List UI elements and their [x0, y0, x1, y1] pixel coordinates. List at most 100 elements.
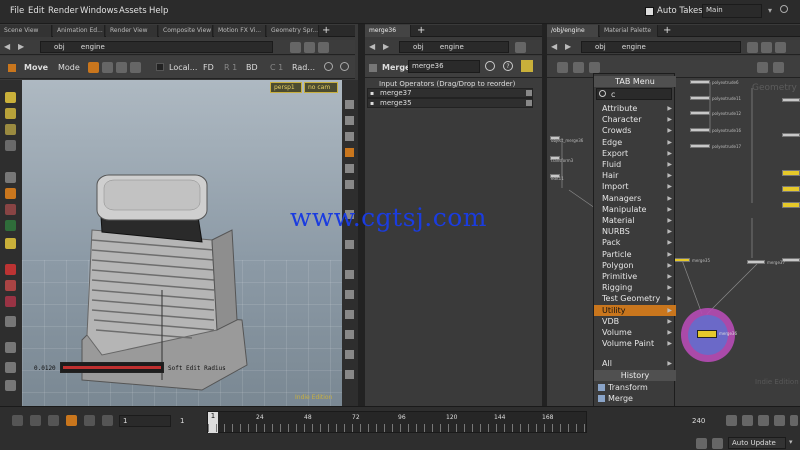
tab-menu-item[interactable]: Particle ▶	[594, 249, 676, 260]
play-icon[interactable]	[84, 415, 95, 426]
tab-render-view[interactable]: Render View	[106, 25, 158, 37]
normals-icon[interactable]	[345, 310, 354, 319]
tab-menu-item[interactable]: Import ▶	[594, 181, 676, 192]
mode-edge-icon[interactable]	[130, 62, 141, 73]
tab-menu-item[interactable]: NURBS ▶	[594, 226, 676, 237]
tab-geometry-spreadsheet[interactable]: Geometry Spr...	[267, 25, 319, 37]
bounding-box-icon[interactable]	[345, 370, 354, 379]
tab-menu-item[interactable]: Hair ▶	[594, 170, 676, 181]
transform-tool-icon[interactable]	[5, 108, 16, 119]
tab-scene-view[interactable]: Scene View	[0, 25, 52, 37]
tab-menu-item[interactable]: Pack ▶	[594, 237, 676, 248]
tab-menu-item[interactable]: VDB ▶	[594, 316, 676, 327]
node-right-yellow[interactable]	[782, 170, 800, 176]
forward-arrow-icon[interactable]: ▶	[18, 42, 24, 51]
mid-path-engine[interactable]: engine	[440, 43, 464, 51]
audio-icon[interactable]	[774, 415, 785, 426]
tumble-tool-icon[interactable]	[5, 362, 16, 373]
menu-file[interactable]: File	[10, 6, 24, 16]
tab-composite-view[interactable]: Composite View	[159, 25, 213, 37]
right-back-icon[interactable]: ◀	[551, 42, 557, 51]
link-icon[interactable]	[304, 42, 315, 53]
tab-menu-item[interactable]: Test Geometry ▶	[594, 293, 676, 304]
mid-path-obj[interactable]: obj	[413, 43, 424, 51]
tab-menu-search[interactable]: c	[596, 88, 672, 100]
input-remove-icon[interactable]	[526, 90, 532, 96]
right-options-icon[interactable]	[775, 42, 786, 53]
tab-menu-item[interactable]: Character ▶	[594, 114, 676, 125]
jump-start-icon[interactable]	[12, 415, 23, 426]
menu-assets[interactable]: Assets	[119, 6, 147, 16]
auto-takes-checkbox[interactable]	[645, 7, 654, 16]
soft-radius-track[interactable]	[60, 362, 164, 373]
mid-path-field[interactable]: obj engine	[399, 41, 509, 53]
desktop-select[interactable]: Main	[702, 4, 762, 18]
tool-help-icon[interactable]	[340, 62, 349, 71]
mode-object-icon[interactable]	[88, 62, 99, 73]
tab-animation-editor[interactable]: Animation Ed...	[53, 25, 105, 37]
lock-camera-icon[interactable]	[345, 116, 354, 125]
right-path-engine[interactable]: engine	[622, 43, 646, 51]
building-model[interactable]	[22, 80, 342, 406]
node-merge37[interactable]	[747, 260, 765, 264]
tab-menu-item[interactable]: Volume Paint ▶	[594, 338, 676, 349]
tab-menu-item[interactable]: Primitive ▶	[594, 271, 676, 282]
node-polyextrude[interactable]	[690, 80, 710, 84]
brush-tool-icon[interactable]	[5, 264, 16, 275]
tool-gear-icon[interactable]	[324, 62, 333, 71]
shading-icon[interactable]	[345, 180, 354, 189]
mode-component-icon[interactable]	[102, 62, 113, 73]
play-reverse-icon[interactable]	[48, 415, 59, 426]
pivot-tool-icon[interactable]	[5, 238, 16, 249]
tab-menu-item[interactable]: Edge ▶	[594, 137, 676, 148]
node-polyextrude[interactable]	[690, 111, 710, 115]
realtime-icon[interactable]	[742, 415, 753, 426]
tab-menu-item[interactable]: Managers ▶	[594, 193, 676, 204]
param-help-icon[interactable]: ?	[503, 61, 513, 71]
input-drag-icon[interactable]: ▪	[370, 90, 374, 97]
net-list-icon[interactable]	[557, 62, 568, 73]
node-merge35[interactable]	[674, 258, 690, 262]
right-add-tab-icon[interactable]: +	[663, 25, 671, 36]
node-right-yellow[interactable]	[782, 202, 800, 208]
paint-tool-icon[interactable]	[5, 296, 16, 307]
mid-back-icon[interactable]: ◀	[369, 42, 375, 51]
scale-tool-icon[interactable]	[5, 220, 16, 231]
node-polyextrude[interactable]	[690, 96, 710, 100]
template-icon[interactable]	[345, 330, 354, 339]
loop-icon[interactable]	[758, 415, 769, 426]
right-path-obj[interactable]: obj	[595, 43, 606, 51]
tab-merge36[interactable]: merge36	[365, 25, 411, 37]
handle-tool-icon[interactable]	[5, 124, 16, 135]
node-right-column[interactable]	[782, 133, 800, 137]
history-item[interactable]: Transform	[594, 382, 676, 393]
node-polyextrude[interactable]	[690, 144, 710, 148]
net-pin-icon[interactable]	[757, 62, 768, 73]
jump-end-icon[interactable]	[102, 415, 113, 426]
back-arrow-icon[interactable]: ◀	[4, 42, 10, 51]
tab-material-palette[interactable]: Material Palette	[600, 25, 658, 37]
net-help-icon[interactable]	[773, 62, 784, 73]
param-gear-icon[interactable]	[485, 61, 495, 71]
chat-icon[interactable]	[696, 438, 707, 449]
history-item[interactable]: Merge	[594, 393, 676, 404]
add-tab-icon[interactable]: +	[322, 25, 330, 36]
arrow-select-icon[interactable]	[5, 172, 16, 183]
path-field[interactable]: obj engine	[40, 41, 273, 53]
mode-point-icon[interactable]	[116, 62, 127, 73]
tab-motion-fx[interactable]: Motion FX Vi...	[214, 25, 266, 37]
view-tool-icon[interactable]	[5, 342, 16, 353]
stop-icon[interactable]	[66, 415, 77, 426]
frame-field[interactable]: 1	[119, 415, 171, 427]
node-polyextrude[interactable]	[690, 128, 710, 132]
snapping-icon[interactable]	[345, 148, 354, 157]
node-merge36[interactable]	[697, 330, 717, 338]
display-options-icon[interactable]	[345, 100, 354, 109]
tab-menu-all[interactable]: All ▶	[594, 358, 676, 369]
tab-menu-item[interactable]: Material ▶	[594, 215, 676, 226]
node-right-column[interactable]	[782, 98, 800, 102]
pose-tool-icon[interactable]	[5, 140, 16, 151]
mid-forward-icon[interactable]: ▶	[383, 42, 389, 51]
grid-toggle-icon[interactable]	[345, 240, 354, 249]
pane-options-icon[interactable]	[318, 42, 329, 53]
